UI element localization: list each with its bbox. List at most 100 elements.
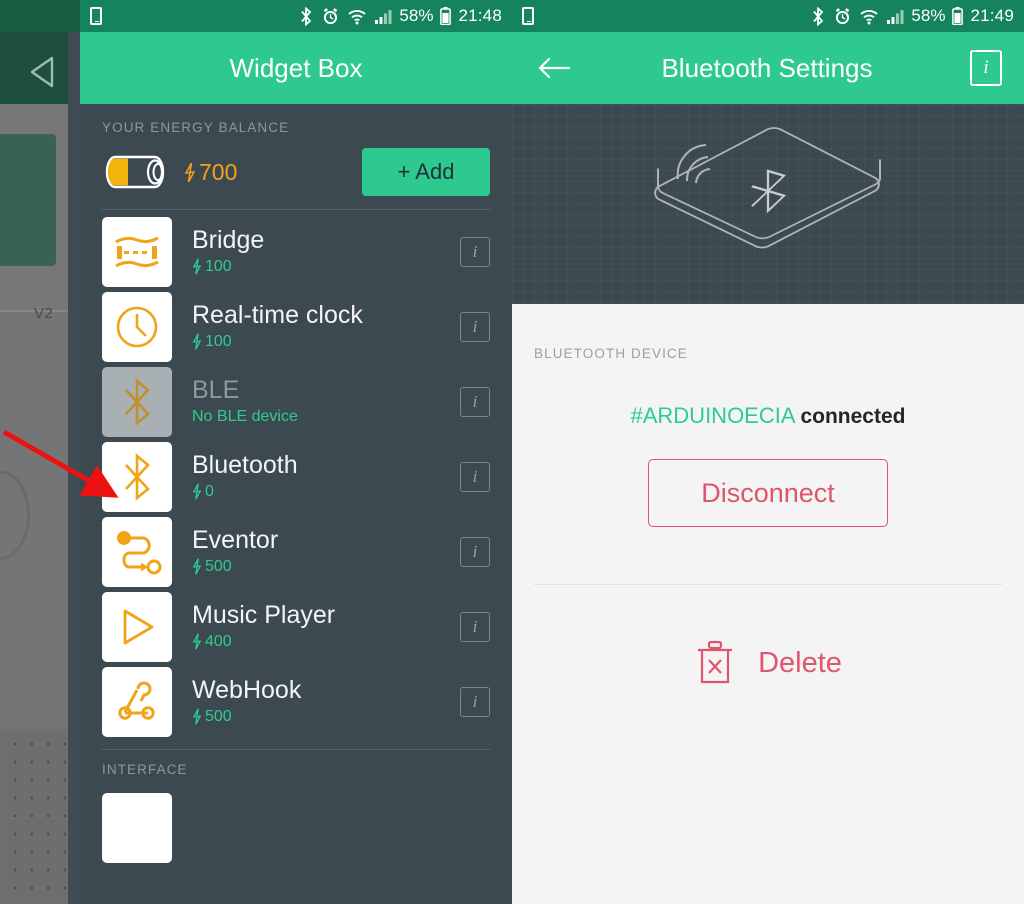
bridge-icon-tile: [102, 216, 172, 287]
widget-cost: 400: [192, 633, 460, 651]
widget-cost: 100: [192, 333, 460, 351]
battery-icon: [952, 7, 964, 25]
bridge-icon: [115, 236, 159, 267]
bolt-icon: [192, 258, 202, 275]
ble-icon-tile: [102, 366, 172, 437]
page-title: Widget Box: [229, 52, 363, 83]
bolt-icon: [192, 633, 202, 650]
left-app-bar: Widget Box: [80, 32, 512, 104]
widget-box-panel: 58% 21:48 Widget Box YOUR ENERGY BALANCE: [80, 0, 512, 904]
device-section-label: BLUETOOTH DEVICE: [534, 346, 688, 361]
widget-cost: 0: [192, 483, 460, 501]
right-status-bar: 58% 21:49: [512, 0, 1024, 32]
ble-text: BLE No BLE device: [192, 377, 460, 425]
phone-icon: [522, 7, 534, 25]
info-button[interactable]: i: [970, 50, 1002, 86]
bluetooth-icon: [125, 452, 150, 501]
bluetooth-icon: [813, 6, 824, 26]
info-button[interactable]: i: [460, 536, 490, 567]
add-energy-button[interactable]: + Add: [362, 148, 490, 196]
bluetooth-icon: [301, 6, 312, 26]
widget-cost-value: 500: [205, 557, 232, 575]
wifi-icon: [860, 9, 879, 24]
bluetooth-text: Bluetooth 0: [192, 452, 460, 500]
bridge-text: Bridge 100: [192, 227, 460, 275]
eventor-icon: [117, 530, 162, 574]
interface-widget-tile[interactable]: [102, 793, 172, 863]
webhook-icon-tile: [102, 666, 172, 737]
background-dot-grid-top: [2, 728, 68, 818]
background-edge-shade: [68, 32, 80, 904]
right-app-bar: Bluetooth Settings i: [512, 32, 1024, 104]
widget-row-eventor[interactable]: Eventor 500 i: [102, 514, 490, 589]
bolt-icon: [192, 483, 202, 500]
bluetooth-icon: [125, 377, 150, 426]
battery-percent-label: 58%: [911, 6, 946, 25]
widget-name: BLE: [192, 376, 240, 405]
background-statusbar: [0, 0, 80, 32]
widget-row-ble[interactable]: BLE No BLE device i: [102, 364, 490, 439]
back-arrow-icon[interactable]: [534, 48, 574, 88]
signal-icon: [375, 9, 392, 24]
content-divider: [534, 584, 1002, 585]
delete-device-button[interactable]: Delete: [512, 640, 1024, 686]
clock-icon-tile: [102, 291, 172, 362]
bluetooth-device-illustration: [512, 104, 1024, 304]
left-status-bar: 58% 21:48: [80, 0, 512, 32]
battery-percent-label: 58%: [399, 6, 434, 25]
clock-time: 21:48: [458, 6, 502, 25]
phone-icon: [90, 7, 102, 25]
webhook-icon: [118, 681, 155, 720]
widget-row-webhook[interactable]: WebHook 500 i: [102, 664, 490, 739]
page-title: Bluetooth Settings: [661, 52, 873, 83]
info-button[interactable]: i: [460, 686, 490, 717]
screenshot-root: V2 58% 21:48 Widget Box YOUR ENERGY BALA…: [0, 0, 1024, 904]
interface-section-label: INTERFACE: [102, 762, 188, 777]
clock-icon: [116, 306, 158, 347]
energy-divider: [102, 209, 490, 210]
battery-icon: [440, 7, 452, 25]
bluetooth-settings-panel: 58% 21:49 Bluetooth Settings i BLUETOOTH…: [512, 0, 1024, 904]
webhook-text: WebHook 500: [192, 677, 460, 725]
widget-cost: 500: [192, 558, 460, 576]
widget-list-body: YOUR ENERGY BALANCE 700 + Add Bridge 100…: [80, 104, 512, 904]
widget-row-bridge[interactable]: Bridge 100 i: [102, 214, 490, 289]
bolt-icon: [192, 558, 202, 575]
widget-status: No BLE device: [192, 408, 460, 426]
info-button[interactable]: i: [460, 461, 490, 492]
energy-battery-icon: [102, 153, 172, 191]
widget-row-real-time-clock[interactable]: Real-time clock 100 i: [102, 289, 490, 364]
info-button[interactable]: i: [460, 611, 490, 642]
widget-row-bluetooth[interactable]: Bluetooth 0 i: [102, 439, 490, 514]
disconnect-button[interactable]: Disconnect: [648, 459, 888, 527]
eventor-text: Eventor 500: [192, 527, 460, 575]
info-button[interactable]: i: [460, 236, 490, 267]
background-green-card: [0, 134, 56, 266]
background-app-sliver: V2: [0, 0, 80, 904]
widget-status-value: No BLE device: [192, 407, 298, 425]
bolt-icon: [192, 333, 202, 350]
widget-row-music-player[interactable]: Music Player 400 i: [102, 589, 490, 664]
status-right-icons: 58% 21:49: [811, 6, 1014, 26]
widget-cost-value: 100: [205, 332, 232, 350]
widget-name: Bluetooth: [192, 451, 298, 480]
clock-text: Real-time clock 100: [192, 302, 460, 350]
energy-value: 700: [184, 159, 237, 186]
widget-list: Bridge 100 i Real-time clock 100 i BLE N…: [102, 214, 490, 739]
status-left-icons: [522, 7, 811, 25]
bolt-icon: [184, 162, 196, 182]
widget-cost-value: 400: [205, 632, 232, 650]
energy-section-label: YOUR ENERGY BALANCE: [102, 120, 290, 135]
info-button[interactable]: i: [460, 311, 490, 342]
energy-balance-row: 700 + Add: [102, 143, 490, 201]
device-name: #ARDUINOECIA: [630, 403, 795, 428]
wifi-icon: [348, 9, 367, 24]
eventor-icon-tile: [102, 516, 172, 587]
clock-time: 21:49: [970, 6, 1014, 25]
widget-cost-value: 0: [205, 482, 214, 500]
widget-name: Music Player: [192, 601, 336, 630]
info-button[interactable]: i: [460, 386, 490, 417]
back-triangle-icon[interactable]: [22, 50, 66, 94]
widget-cost-value: 500: [205, 707, 232, 725]
widget-cost: 500: [192, 708, 460, 726]
